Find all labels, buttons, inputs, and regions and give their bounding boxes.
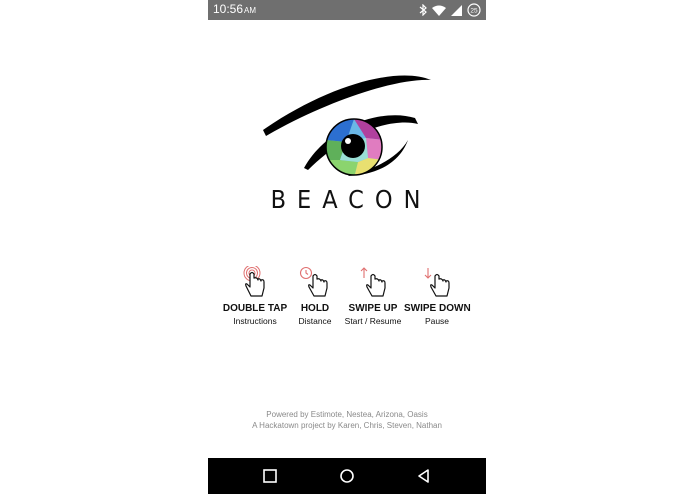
project-credits-text: A Hackatown project by Karen, Chris, Ste… [252,421,442,430]
gesture-subtitle: Distance [298,316,332,326]
home-button[interactable] [338,467,356,485]
back-triangle-icon [418,469,429,483]
gesture-subtitle: Pause [424,316,450,326]
credits: Powered by Estimote, Nestea, Arizona, Oa… [208,409,486,431]
back-button[interactable] [415,467,433,485]
gesture-title: HOLD [300,303,330,314]
gesture-title: DOUBLE TAP [222,303,288,314]
square-icon [263,469,277,483]
gesture-subtitle: Start / Resume [344,316,402,326]
gesture-subtitle: Instructions [233,316,277,326]
gesture-swipe-up: SWIPE UP Start / Resume [342,266,404,326]
phone-screen: 10:56AM 25 BEACON DOUBLE TAP Instruction… [208,0,486,494]
recent-apps-button[interactable] [261,467,279,485]
double-tap-icon [243,266,265,297]
gesture-title: SWIPE DOWN [404,303,471,314]
swipe-up-icon [360,267,386,297]
gesture-hold: HOLD Distance [285,266,345,326]
circle-icon [340,469,354,483]
gesture-title: SWIPE UP [348,303,398,314]
hold-clock-icon [299,266,328,297]
gesture-swipe-down: SWIPE DOWN Pause [404,266,471,326]
gesture-double-tap: DOUBLE TAP Instructions [220,266,290,326]
swipe-down-icon [424,268,450,297]
navigation-bar [208,458,486,494]
powered-by-text: Powered by Estimote, Nestea, Arizona, Oa… [266,410,428,419]
app-title: BEACON [270,185,432,214]
beacon-eye-logo [263,75,431,176]
